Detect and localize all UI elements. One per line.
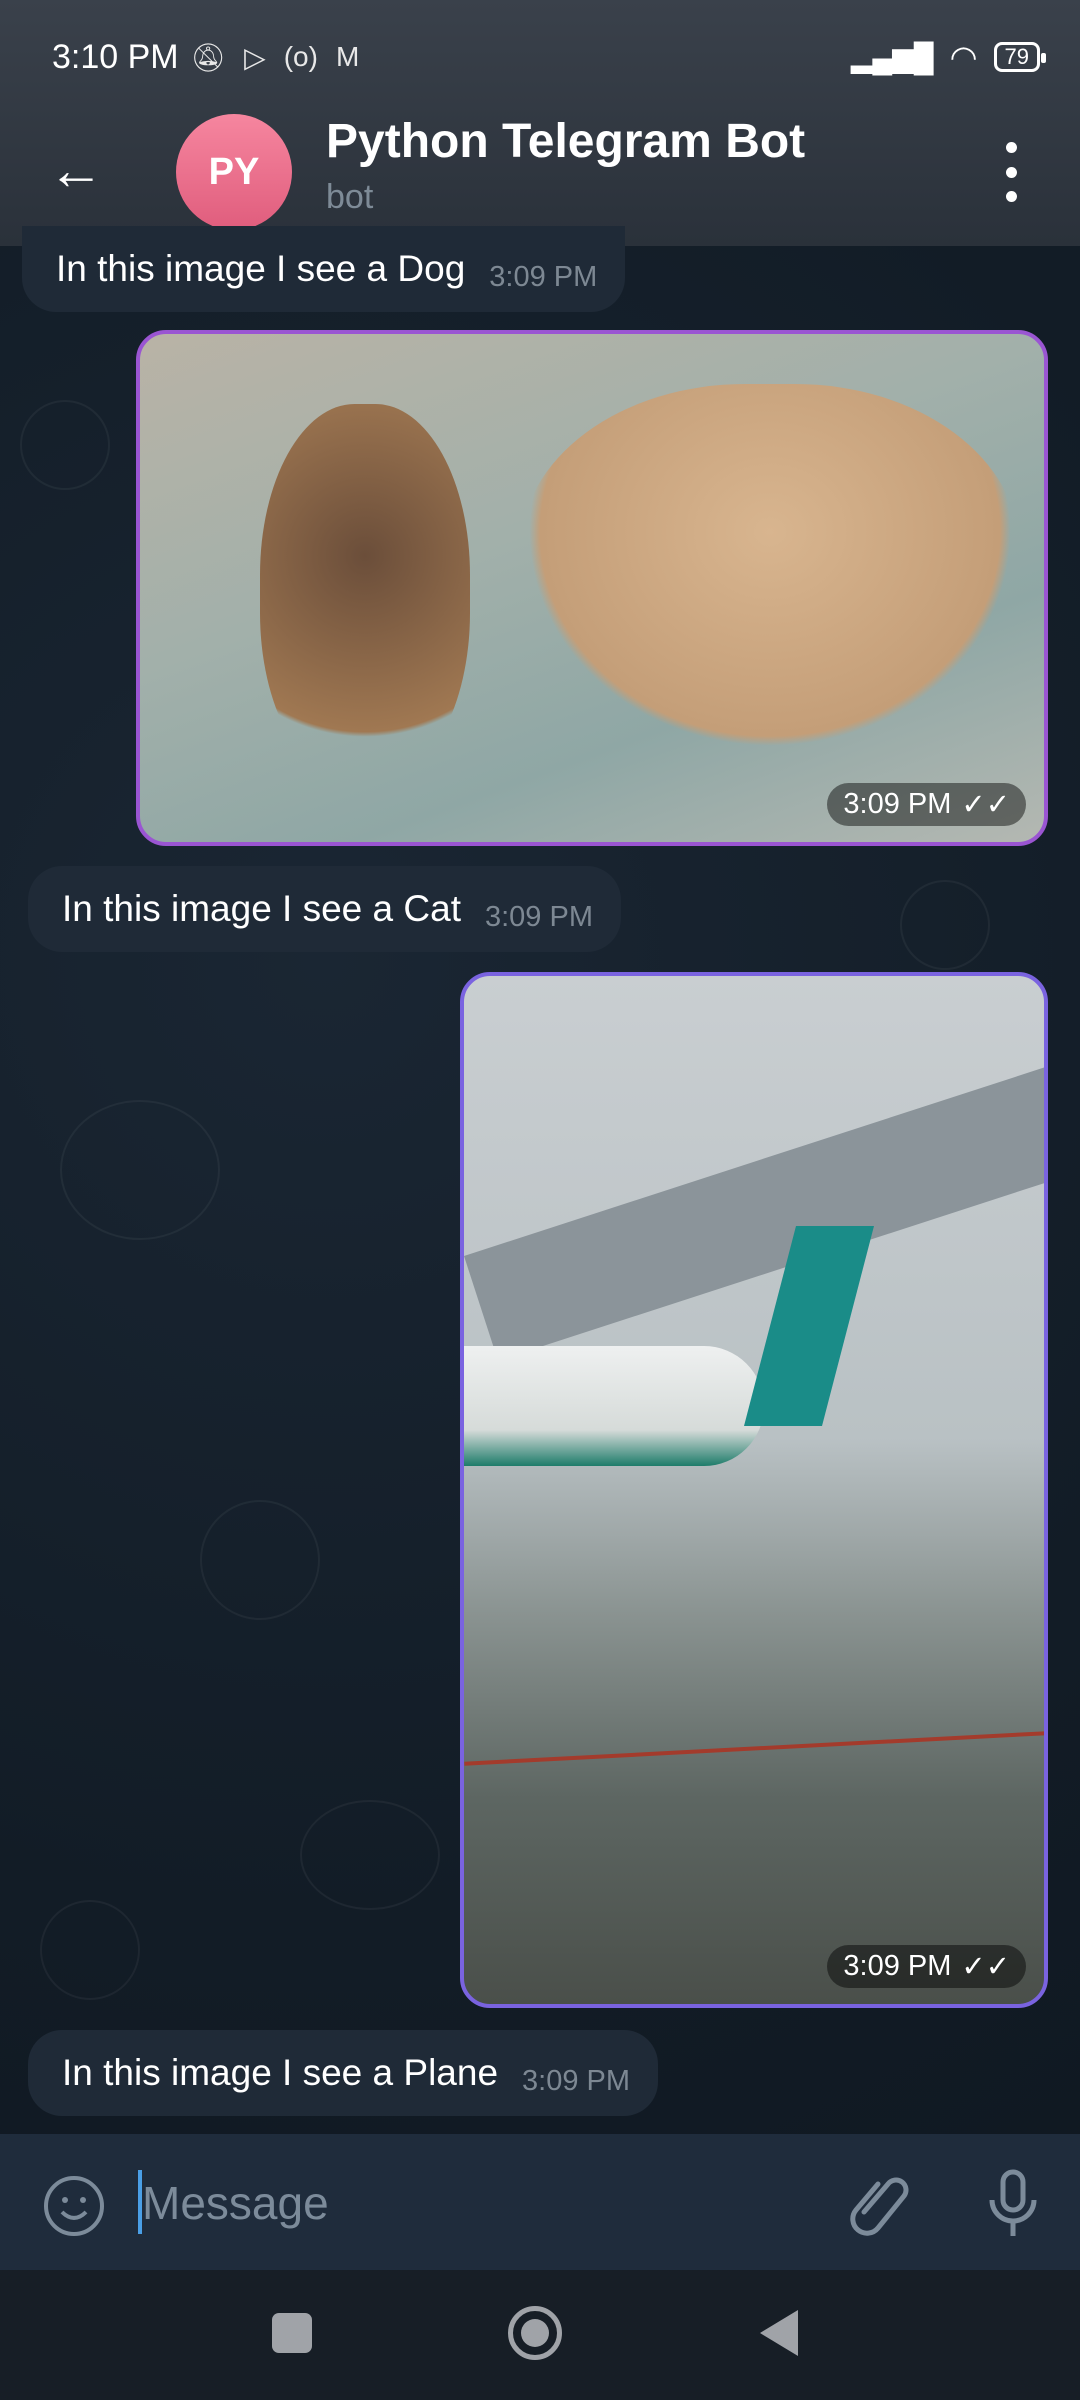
message-text: In this image I see a Plane bbox=[62, 2052, 499, 2093]
navigation-bar bbox=[0, 2270, 1080, 2400]
status-bar: 3:10 PM 🔕︎ ▷ (o) M ▂▄▆█ ◠ 79 bbox=[52, 32, 1047, 82]
battery-icon: 79 bbox=[993, 42, 1047, 72]
hotspot-icon: (o) bbox=[283, 40, 318, 72]
microphone-icon[interactable] bbox=[986, 2168, 1040, 2238]
double-check-icon: ✓✓ bbox=[961, 789, 1010, 821]
signal-icon: ▂▄▆█ bbox=[850, 41, 934, 73]
more-menu-icon[interactable] bbox=[996, 142, 1026, 202]
photo-time-badge: 3:09 PM ✓✓ bbox=[827, 1945, 1026, 1988]
message-bubble[interactable]: In this image I see a Dog 3:09 PM bbox=[22, 226, 626, 312]
avatar[interactable]: PY bbox=[176, 114, 292, 230]
message-text: In this image I see a Cat bbox=[62, 888, 461, 929]
message-bubble[interactable]: In this image I see a Plane 3:09 PM bbox=[28, 2030, 659, 2116]
home-button[interactable] bbox=[508, 2306, 562, 2360]
gmail-icon: M bbox=[335, 40, 360, 72]
status-time: 3:10 PM bbox=[52, 37, 179, 76]
chat-title[interactable]: Python Telegram Bot bbox=[326, 114, 805, 169]
emoji-icon[interactable] bbox=[42, 2174, 106, 2238]
wifi-icon: ◠ bbox=[949, 39, 978, 75]
message-time: 3:09 PM bbox=[522, 2065, 631, 2097]
photo-time-badge: 3:09 PM ✓✓ bbox=[827, 783, 1026, 826]
plane-photo[interactable]: 3:09 PM ✓✓ bbox=[460, 972, 1048, 2008]
message-bubble[interactable]: In this image I see a Cat 3:09 PM bbox=[28, 866, 621, 952]
back-button[interactable] bbox=[760, 2310, 798, 2356]
message-input[interactable]: Message bbox=[142, 2176, 329, 2230]
chat-subtitle: bot bbox=[326, 178, 374, 216]
runway-line bbox=[464, 1730, 1044, 1766]
dog-image-small bbox=[260, 404, 470, 784]
plane-wing bbox=[464, 1064, 1044, 1361]
message-time: 3:09 PM bbox=[484, 901, 593, 933]
play-icon: ▷ bbox=[244, 41, 266, 73]
message-text: In this image I see a Dog bbox=[56, 248, 466, 289]
dog-photo[interactable]: 3:09 PM ✓✓ bbox=[136, 330, 1048, 846]
dog-image-large bbox=[520, 384, 1020, 754]
plane-fuselage bbox=[464, 1346, 764, 1466]
attach-icon[interactable] bbox=[850, 2172, 910, 2240]
message-time: 3:09 PM bbox=[489, 261, 598, 293]
app-header: 3:10 PM 🔕︎ ▷ (o) M ▂▄▆█ ◠ 79 ← PY Python… bbox=[0, 0, 1080, 246]
recents-button[interactable] bbox=[272, 2313, 312, 2353]
back-arrow-icon[interactable]: ← bbox=[48, 140, 104, 200]
bell-off-icon: 🔕︎ bbox=[190, 41, 227, 73]
double-check-icon: ✓✓ bbox=[961, 1951, 1010, 1983]
